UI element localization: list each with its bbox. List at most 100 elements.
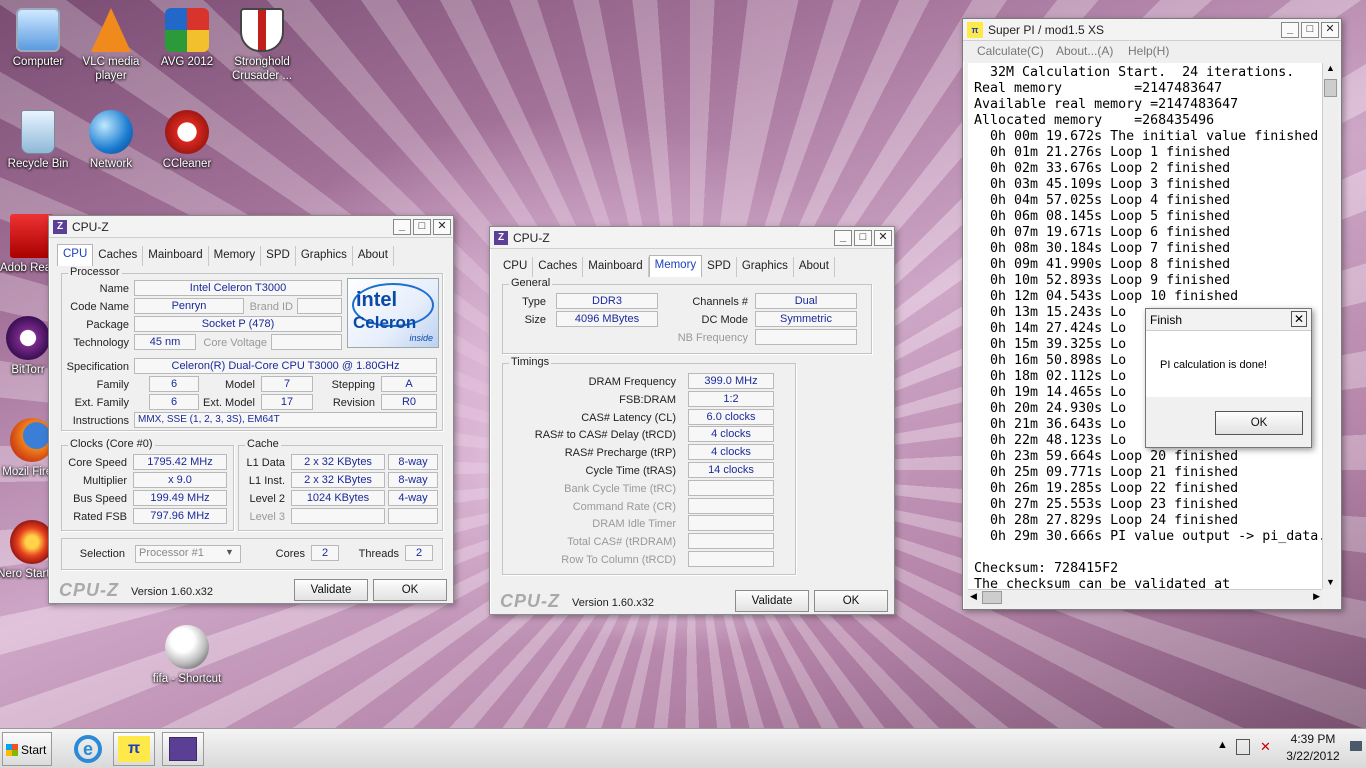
panel-title: Clocks (Core #0) — [68, 438, 155, 450]
finish-dialog: Finish ✕ PI calculation is done! OK — [1145, 308, 1312, 448]
titlebar[interactable]: Z CPU-Z _ □ ✕ — [49, 216, 453, 238]
timing-label: DRAM Idle Timer — [592, 518, 676, 531]
horizontal-scrollbar[interactable]: ◀ ▶ — [968, 589, 1322, 605]
tab-about[interactable]: About — [353, 246, 394, 266]
tab-cpu[interactable]: CPU — [57, 244, 94, 266]
tab-caches[interactable]: Caches — [533, 257, 584, 277]
vertical-scrollbar[interactable]: ▲ ▼ — [1322, 63, 1338, 589]
tab-spd[interactable]: SPD — [702, 257, 737, 277]
l1data-value: 2 x 32 KBytes — [291, 454, 385, 470]
minimize-button[interactable]: _ — [834, 229, 852, 246]
type-label: Type — [522, 296, 546, 308]
tab-caches[interactable]: Caches — [93, 246, 144, 266]
log-line: Allocated memory =268435496 — [974, 113, 1215, 128]
tab-bar: CPU Caches Mainboard Memory SPD Graphics… — [498, 255, 835, 277]
maximize-button[interactable]: □ — [854, 229, 872, 246]
start-button[interactable]: Start — [2, 732, 52, 766]
timing-value — [688, 479, 774, 496]
ok-button[interactable]: OK — [814, 590, 888, 612]
close-button[interactable]: ✕ — [874, 229, 892, 246]
show-desktop-button[interactable] — [1350, 741, 1362, 751]
timing-value — [688, 551, 774, 567]
tab-mainboard[interactable]: Mainboard — [583, 257, 649, 277]
desktop-icon-network[interactable]: Network — [73, 110, 149, 171]
family-label: Family — [96, 379, 129, 391]
size-value: 4096 MBytes — [556, 311, 658, 327]
tab-graphics[interactable]: Graphics — [737, 257, 794, 277]
ok-button[interactable]: OK — [373, 579, 447, 601]
desktop-icon-fifa[interactable]: fifa - Shortcut — [149, 625, 225, 686]
chevron-down-icon[interactable]: ▼ — [225, 547, 234, 557]
tab-mainboard[interactable]: Mainboard — [143, 246, 209, 266]
desktop-icon-label: Network — [89, 158, 133, 170]
ratedfsb-label: Rated FSB — [73, 511, 127, 523]
show-hidden-icons-chevron-icon[interactable]: ▲ — [1217, 739, 1228, 751]
clock[interactable]: 4:39 PM 3/22/2012 — [1280, 732, 1346, 763]
log-line: 0h 25m 09.771s Loop 21 finished — [974, 465, 1239, 480]
technology-label: Technology — [73, 337, 129, 349]
desktop-icon-computer[interactable]: Computer — [0, 8, 76, 69]
titlebar[interactable]: π Super PI / mod1.5 XS _ □ ✕ — [963, 19, 1341, 41]
scroll-thumb[interactable] — [982, 591, 1002, 604]
corevoltage-label: Core Voltage — [203, 337, 267, 349]
log-line: 0h 07m 19.671s Loop 6 finished — [974, 225, 1231, 240]
package-value: Socket P (478) — [134, 316, 342, 332]
taskbar-superpi[interactable]: π — [113, 732, 155, 766]
scroll-thumb[interactable] — [1324, 79, 1337, 97]
menu-calculate[interactable]: Calculate(C) — [977, 44, 1044, 58]
tab-about[interactable]: About — [794, 257, 835, 277]
desktop-icon-stronghold[interactable]: Stronghold Crusader ... — [224, 8, 300, 83]
tab-cpu[interactable]: CPU — [498, 257, 534, 277]
scroll-up-arrow-icon[interactable]: ▲ — [1326, 63, 1335, 73]
tray-volume-muted-icon[interactable]: ✕ — [1260, 739, 1271, 755]
extmodel-label: Ext. Model — [203, 397, 255, 409]
minimize-button[interactable]: _ — [1281, 21, 1299, 38]
taskbar-ie[interactable]: e — [70, 732, 106, 766]
timing-value: 399.0 MHz — [688, 373, 774, 389]
tab-memory[interactable]: Memory — [209, 246, 262, 266]
size-label: Size — [524, 314, 546, 326]
scroll-left-arrow-icon[interactable]: ◀ — [970, 591, 977, 602]
menu-help[interactable]: Help(H) — [1128, 44, 1169, 58]
log-line: 0h 03m 45.109s Loop 3 finished — [974, 177, 1231, 192]
tray-device-icon[interactable] — [1236, 739, 1250, 755]
close-button[interactable]: ✕ — [1291, 311, 1307, 327]
cpuz-icon — [169, 737, 197, 761]
scroll-right-arrow-icon[interactable]: ▶ — [1313, 591, 1320, 602]
start-label: Start — [21, 743, 47, 757]
log-line: 0h 08m 30.184s Loop 7 finished — [974, 241, 1231, 256]
validate-button[interactable]: Validate — [735, 590, 809, 612]
desktop-icon-ccleaner[interactable]: CCleaner — [149, 110, 225, 171]
menu-about[interactable]: About...(A) — [1056, 44, 1113, 58]
desktop-icon-avg[interactable]: AVG 2012 — [149, 8, 225, 69]
threads-label: Threads — [358, 548, 399, 560]
channels-value: Dual — [755, 293, 857, 309]
taskbar-cpuz[interactable] — [162, 732, 204, 766]
clock-time: 4:39 PM — [1290, 732, 1336, 746]
window-title: CPU-Z — [72, 219, 109, 234]
ok-button[interactable]: OK — [1215, 411, 1303, 435]
close-button[interactable]: ✕ — [433, 218, 451, 235]
busspeed-label: Bus Speed — [73, 493, 127, 505]
multiplier-value: x 9.0 — [133, 472, 227, 488]
tab-spd[interactable]: SPD — [261, 246, 296, 266]
maximize-button[interactable]: □ — [1301, 21, 1319, 38]
cpuz-brand-logo: CPU-Z — [500, 591, 560, 611]
maximize-button[interactable]: □ — [413, 218, 431, 235]
scroll-down-arrow-icon[interactable]: ▼ — [1326, 577, 1335, 587]
desktop-icon-recycle-bin[interactable]: Recycle Bin — [0, 110, 76, 171]
vlc-cone-icon — [91, 8, 131, 52]
titlebar[interactable]: Finish ✕ — [1146, 309, 1311, 331]
extfamily-value: 6 — [149, 394, 199, 410]
titlebar[interactable]: Z CPU-Z _ □ ✕ — [490, 227, 894, 249]
validate-button[interactable]: Validate — [294, 579, 368, 601]
close-button[interactable]: ✕ — [1321, 21, 1339, 38]
l3-way — [388, 508, 438, 524]
tab-graphics[interactable]: Graphics — [296, 246, 353, 266]
brandid-label: Brand ID — [249, 301, 293, 313]
timing-label: RAS# to CAS# Delay (tRCD) — [534, 429, 676, 442]
minimize-button[interactable]: _ — [393, 218, 411, 235]
version-text: Version 1.60.x32 — [572, 597, 654, 609]
desktop-icon-vlc[interactable]: VLC media player — [73, 8, 149, 83]
tab-memory[interactable]: Memory — [648, 255, 703, 277]
